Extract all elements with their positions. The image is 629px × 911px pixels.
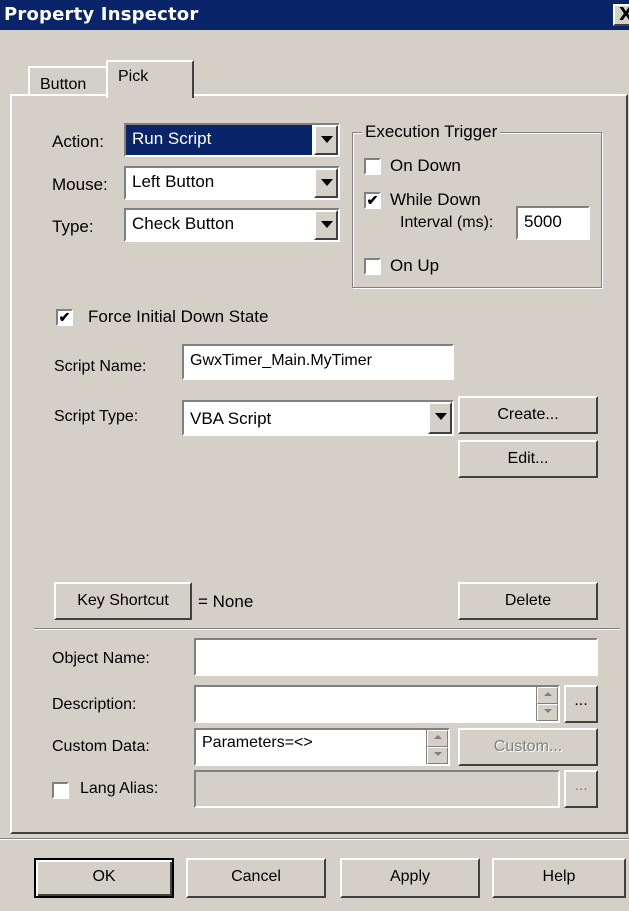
lang-alias-checkbox[interactable]: [52, 782, 69, 799]
checkmark-icon: ✔: [366, 192, 379, 208]
custom-data-value: Parameters=<>: [202, 734, 313, 751]
description-input[interactable]: [194, 685, 560, 723]
scroll-up-icon[interactable]: [427, 730, 448, 747]
script-name-label: Script Name:: [54, 358, 147, 375]
custom-button: Custom...: [458, 728, 598, 766]
lang-alias-label: Lang Alias:: [80, 780, 159, 797]
description-scroll[interactable]: [536, 687, 558, 721]
while-down-label: While Down: [390, 190, 481, 209]
interval-value: 5000: [524, 212, 562, 231]
lang-alias-ellipsis-button: ...: [564, 770, 598, 808]
type-label: Type:: [52, 217, 94, 236]
force-initial-checkbox[interactable]: ✔: [56, 309, 73, 326]
action-select-value: Run Script: [132, 129, 212, 148]
lang-alias-input: [194, 770, 560, 808]
object-name-input[interactable]: [194, 638, 598, 676]
type-select-value: Check Button: [132, 214, 235, 233]
help-button[interactable]: Help: [492, 858, 626, 898]
scroll-up-icon[interactable]: [537, 687, 558, 704]
script-type-select[interactable]: VBA Script: [182, 400, 454, 436]
create-button[interactable]: Create...: [458, 396, 598, 434]
key-shortcut-button[interactable]: Key Shortcut: [54, 582, 192, 620]
action-select[interactable]: Run Script: [124, 123, 340, 157]
mouse-select[interactable]: Left Button: [124, 166, 340, 200]
script-name-value: GwxTimer_Main.MyTimer: [190, 352, 372, 369]
close-button[interactable]: X: [613, 4, 629, 26]
custom-data-scroll[interactable]: [426, 730, 448, 764]
execution-trigger-title: Execution Trigger: [362, 122, 501, 142]
delete-button[interactable]: Delete: [458, 582, 598, 620]
tab-button-label: Button: [40, 76, 87, 93]
script-type-label: Script Type:: [54, 408, 139, 425]
force-initial-label: Force Initial Down State: [88, 307, 269, 326]
scroll-down-icon[interactable]: [427, 747, 448, 764]
type-select[interactable]: Check Button: [124, 208, 340, 242]
on-down-checkbox[interactable]: [364, 158, 381, 175]
scroll-down-icon[interactable]: [537, 704, 558, 721]
cancel-button[interactable]: Cancel: [186, 858, 326, 898]
while-down-checkbox[interactable]: ✔: [364, 192, 381, 209]
shortcut-value: = None: [198, 592, 254, 611]
chevron-down-icon[interactable]: [428, 402, 452, 434]
interval-label: Interval (ms):: [400, 214, 494, 231]
object-name-label: Object Name:: [52, 650, 150, 667]
chevron-down-icon[interactable]: [314, 125, 338, 155]
on-down-label: On Down: [390, 156, 461, 175]
ok-button[interactable]: OK: [34, 858, 174, 898]
chevron-down-icon[interactable]: [314, 168, 338, 198]
separator-highlight: [34, 629, 620, 630]
description-label: Description:: [52, 696, 137, 713]
mouse-label: Mouse:: [52, 175, 108, 194]
action-label: Action:: [52, 132, 104, 151]
on-up-label: On Up: [390, 256, 440, 275]
tab-pick[interactable]: Pick: [106, 60, 194, 98]
on-up-checkbox[interactable]: [364, 258, 381, 275]
script-type-value: VBA Script: [190, 409, 272, 428]
footer-separator-highlight: [0, 839, 629, 840]
custom-data-label: Custom Data:: [52, 738, 150, 755]
interval-input[interactable]: 5000: [516, 206, 590, 240]
chevron-down-icon[interactable]: [314, 210, 338, 240]
mouse-select-value: Left Button: [132, 172, 215, 191]
script-name-input[interactable]: GwxTimer_Main.MyTimer: [182, 344, 454, 380]
checkmark-icon: ✔: [58, 309, 71, 325]
apply-button[interactable]: Apply: [340, 858, 480, 898]
description-ellipsis-button[interactable]: ...: [564, 685, 598, 723]
custom-data-input[interactable]: Parameters=<>: [194, 728, 450, 766]
edit-button[interactable]: Edit...: [458, 440, 598, 478]
window-title: Property Inspector: [4, 4, 199, 25]
tab-pick-label: Pick: [118, 68, 149, 85]
tab-button[interactable]: Button: [28, 66, 108, 96]
